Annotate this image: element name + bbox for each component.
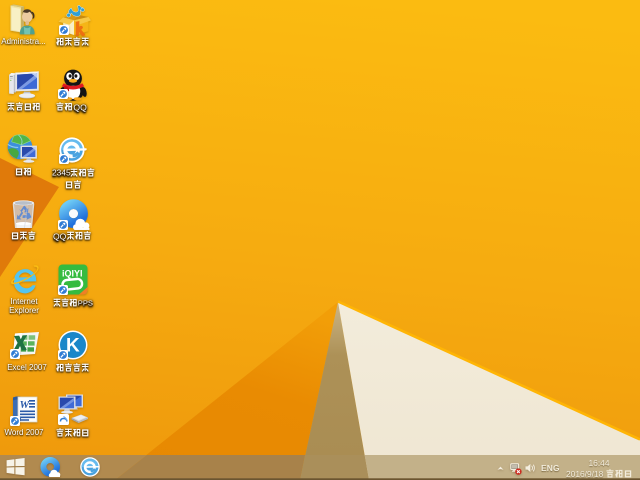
svg-text:QQ: QQ (53, 232, 67, 242)
svg-text:QQ: QQ (73, 103, 87, 113)
svg-text:iQIYI: iQIYI (62, 269, 83, 279)
svg-text:PPS: PPS (77, 299, 92, 308)
svg-text:W: W (20, 399, 31, 411)
svg-text:2345: 2345 (52, 168, 71, 178)
svg-text:K: K (66, 336, 80, 357)
